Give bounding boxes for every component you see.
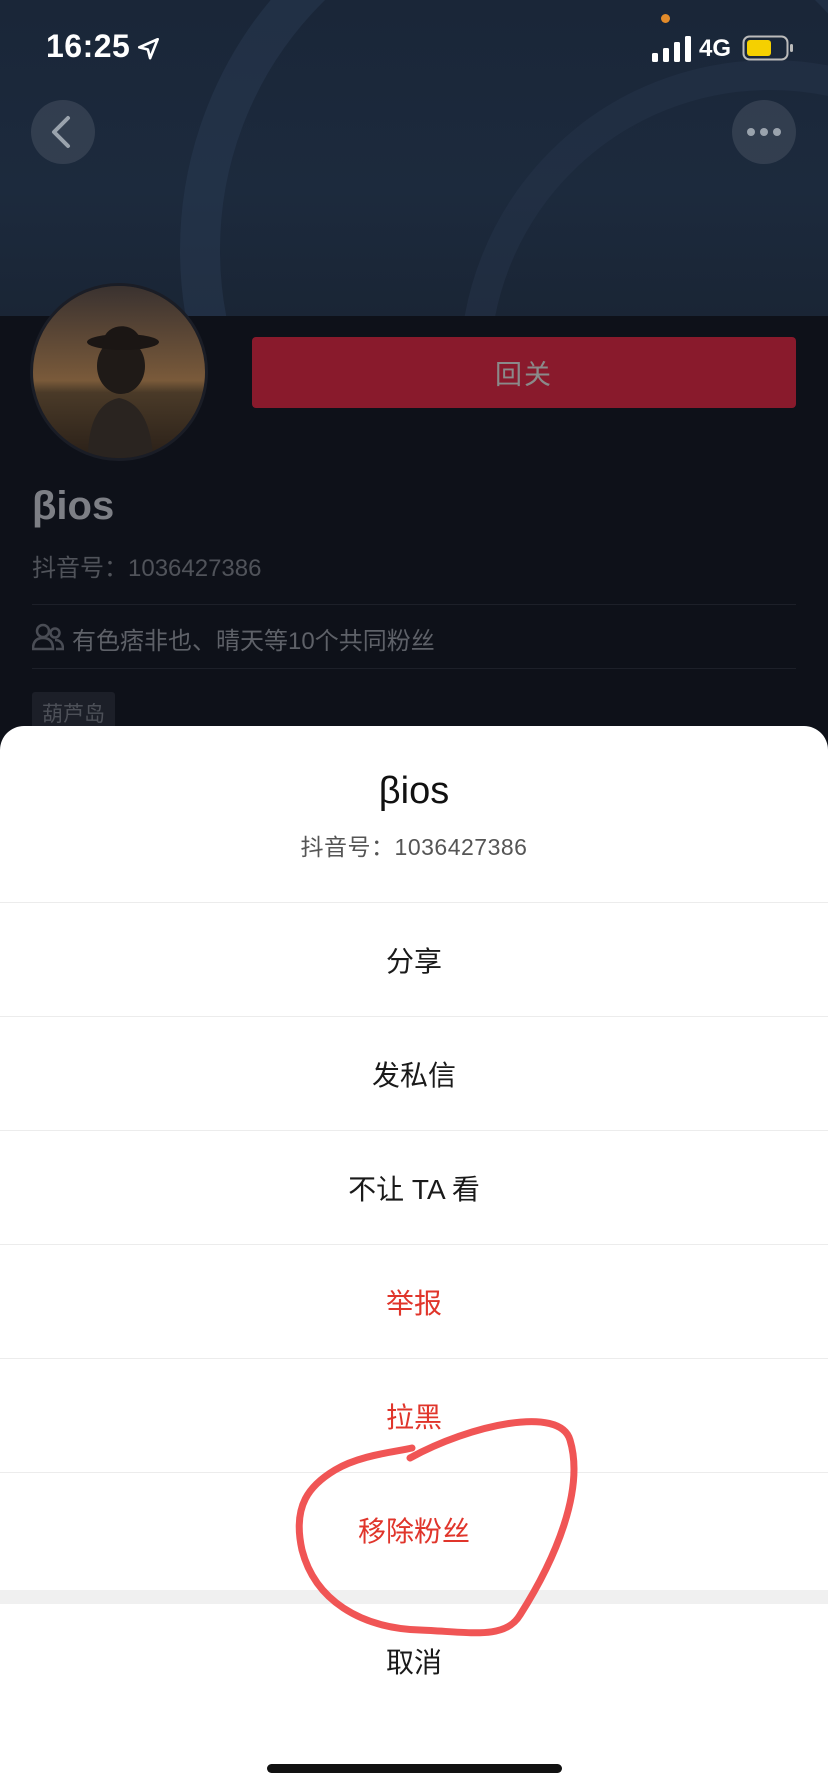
sheet-separator xyxy=(0,1590,828,1604)
cancel-button[interactable]: 取消 xyxy=(0,1604,828,1718)
divider xyxy=(32,604,796,605)
action-sheet: βios 抖音号：1036427386 分享 发私信 不让 TA 看 举报 拉黑… xyxy=(0,726,828,1792)
battery-icon xyxy=(742,35,793,61)
report-button[interactable]: 举报 xyxy=(0,1244,828,1359)
avatar[interactable] xyxy=(30,283,208,461)
location-arrow-icon xyxy=(137,37,159,60)
sheet-subtitle: 抖音号：1036427386 xyxy=(300,834,528,860)
home-indicator[interactable] xyxy=(267,1764,562,1773)
share-button[interactable]: 分享 xyxy=(0,902,828,1017)
divider xyxy=(32,668,796,669)
mutual-followers-text[interactable]: 有色痞非也、晴天等10个共同粉丝 xyxy=(72,621,435,656)
more-options-button[interactable] xyxy=(732,100,796,164)
avatar-photo xyxy=(33,286,205,458)
remove-follower-button[interactable]: 移除粉丝 xyxy=(0,1472,828,1587)
chevron-left-icon xyxy=(52,116,70,148)
network-type: 4G xyxy=(699,35,732,62)
follow-back-button[interactable]: 回关 xyxy=(252,337,796,408)
block-button[interactable]: 拉黑 xyxy=(0,1358,828,1473)
send-message-button[interactable]: 发私信 xyxy=(0,1016,828,1131)
privacy-indicator-dot xyxy=(661,14,670,23)
status-time: 16:25 xyxy=(46,28,131,64)
ellipsis-icon xyxy=(747,128,781,136)
signal-bars-icon xyxy=(652,36,691,62)
sheet-title: βios xyxy=(378,770,450,812)
mutual-friends-icon xyxy=(32,623,64,651)
profile-douyin-id: 抖音号：1036427386 xyxy=(32,555,262,582)
profile-name: βios xyxy=(32,484,115,528)
hide-from-user-button[interactable]: 不让 TA 看 xyxy=(0,1130,828,1245)
back-button[interactable] xyxy=(31,100,95,164)
